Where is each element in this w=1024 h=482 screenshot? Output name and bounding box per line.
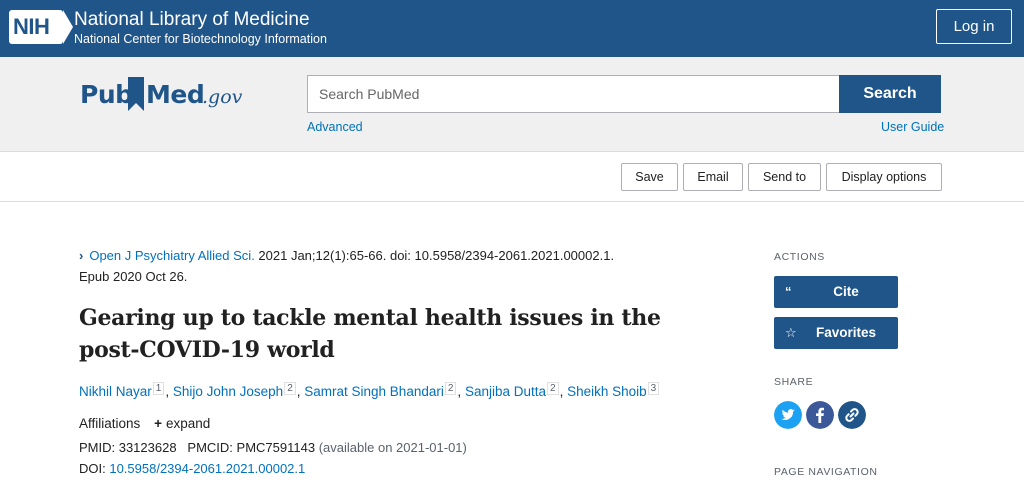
pmcid-availability: (available on 2021-01-01) — [318, 440, 467, 455]
search-band: Pub Med .gov Search Advanced User Guide — [0, 57, 1024, 152]
send-to-button[interactable]: Send to — [748, 163, 821, 191]
results-toolbar: Save Email Send to Display options — [0, 153, 1024, 202]
title-line-2: post-COVID-19 world — [79, 337, 335, 363]
author-link[interactable]: Shijo John Joseph — [173, 384, 283, 399]
authors-list: Nikhil Nayar 1, Shijo John Joseph 2, Samra… — [79, 382, 719, 399]
affiliation-number[interactable]: 3 — [647, 382, 660, 395]
share-heading: SHARE — [774, 376, 814, 388]
nlm-title[interactable]: National Library of Medicine — [74, 9, 310, 31]
epub-date: Epub 2020 Oct 26. — [79, 269, 188, 284]
affiliations-label: Affiliations — [79, 416, 141, 431]
search-input[interactable] — [307, 75, 840, 113]
expand-affiliations-button[interactable]: + expand — [154, 416, 210, 431]
cite-label: Cite — [833, 284, 859, 299]
search-button[interactable]: Search — [839, 75, 941, 113]
author-link[interactable]: Sanjiba Dutta — [465, 384, 546, 399]
pubmed-bookmark-icon — [128, 77, 144, 111]
pmcid: PMCID: PMC7591143 — [187, 440, 316, 455]
affiliation-number[interactable]: 2 — [444, 382, 457, 395]
author-link[interactable]: Samrat Singh Bhandari — [304, 384, 444, 399]
plus-icon: + — [154, 416, 162, 431]
favorites-label: Favorites — [815, 325, 877, 340]
doi-link[interactable]: 10.5958/2394-2061.2021.00002.1 — [109, 461, 305, 476]
author-link[interactable]: Nikhil Nayar — [79, 384, 152, 399]
cite-button[interactable]: “ Cite — [774, 276, 898, 308]
chevron-right-icon[interactable]: › — [79, 248, 83, 263]
email-button[interactable]: Email — [683, 163, 743, 191]
doi-label: DOI: — [79, 461, 110, 476]
logo-gov-text: .gov — [202, 86, 243, 108]
pmid: PMID: 33123628 — [79, 440, 177, 455]
journal-link[interactable]: Open J Psychiatry Allied Sci. — [89, 248, 254, 263]
actions-heading: ACTIONS — [774, 251, 825, 263]
nih-logo[interactable]: NIH — [9, 10, 73, 44]
logo-med-text: Med — [146, 80, 205, 109]
display-options-button[interactable]: Display options — [826, 163, 942, 191]
expand-label: expand — [165, 416, 211, 431]
affiliation-number[interactable]: 2 — [284, 382, 296, 395]
facebook-icon[interactable] — [806, 401, 834, 429]
title-line-1: Gearing up to tackle mental health issue… — [79, 305, 661, 331]
affiliation-number[interactable]: 2 — [547, 382, 559, 395]
page-navigation-heading: PAGE NAVIGATION — [774, 466, 878, 478]
ncbi-subtitle[interactable]: National Center for Biotechnology Inform… — [74, 32, 327, 46]
article-title: Gearing up to tackle mental health issue… — [79, 302, 699, 366]
link-icon[interactable] — [838, 401, 866, 429]
user-guide-link[interactable]: User Guide — [881, 120, 944, 134]
twitter-icon[interactable] — [774, 401, 802, 429]
advanced-search-link[interactable]: Advanced — [307, 120, 363, 134]
nih-banner: NIH National Library of Medicine Nationa… — [0, 0, 1024, 57]
citation: › Open J Psychiatry Allied Sci. 2021 Jan;… — [79, 245, 659, 287]
affiliations-row: Affiliations + expand — [79, 416, 210, 431]
identifiers: PMID: 33123628 PMCID: PMC7591143 (availa… — [79, 440, 467, 455]
citation-details: 2021 Jan;12(1):65-66. doi: 10.5958/2394-… — [254, 248, 615, 263]
save-button[interactable]: Save — [621, 163, 678, 191]
favorites-button[interactable]: ☆ Favorites — [774, 317, 898, 349]
doi-row: DOI: 10.5958/2394-2061.2021.00002.1 — [79, 461, 305, 476]
affiliation-number[interactable]: 1 — [152, 382, 165, 395]
author-link[interactable]: Sheikh Shoib — [567, 384, 647, 399]
login-button[interactable]: Log in — [936, 9, 1012, 44]
